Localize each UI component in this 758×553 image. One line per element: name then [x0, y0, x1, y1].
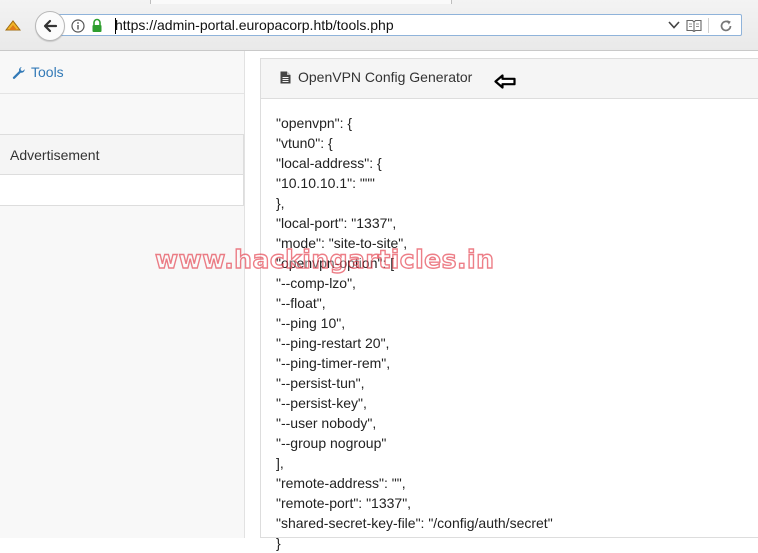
- config-line: "--persist-key",: [276, 395, 367, 411]
- config-line: "--ping 10",: [276, 315, 346, 331]
- config-line: "--group nogroup": [276, 435, 387, 451]
- config-line: "--persist-tun",: [276, 375, 365, 391]
- config-line: "openvpn": {: [276, 115, 353, 131]
- url-bar-separator: [708, 18, 709, 33]
- panel-title: OpenVPN Config Generator: [298, 69, 473, 85]
- config-line: "--float",: [276, 295, 326, 311]
- advertisement-panel: Advertisement: [0, 134, 244, 206]
- info-icon[interactable]: [71, 19, 85, 33]
- config-line: "10.10.10.1": """: [276, 175, 375, 191]
- config-line: "remote-port": "1337",: [276, 495, 412, 511]
- cursor-pointer-icon: [494, 74, 516, 89]
- sidebar-item-tools[interactable]: Tools: [0, 51, 244, 94]
- browser-toolbar: https://admin-portal.europacorp.htb/tool…: [0, 0, 758, 51]
- app-menu-icon[interactable]: [4, 18, 22, 34]
- back-arrow-icon: [43, 19, 58, 33]
- config-line: "--comp-lzo",: [276, 275, 356, 291]
- config-line: "--user nobody",: [276, 415, 377, 431]
- config-line: "--ping-restart 20",: [276, 335, 390, 351]
- sidebar-item-label[interactable]: Tools: [31, 64, 64, 80]
- config-line: "mode": "site-to-site",: [276, 235, 408, 251]
- config-generator-panel: OpenVPN Config Generator "openvpn": { "vt…: [260, 58, 758, 551]
- reader-view-icon[interactable]: [686, 19, 702, 32]
- text-caret: [115, 18, 116, 34]
- file-icon: [280, 71, 291, 84]
- page-content: Tools Advertisement OpenVPN Config Gener…: [0, 51, 758, 551]
- config-line: }: [276, 535, 281, 551]
- config-output: "openvpn": { "vtun0": { "local-address": {…: [276, 113, 553, 553]
- back-button[interactable]: [35, 11, 65, 41]
- chevron-down-icon[interactable]: [668, 20, 680, 30]
- config-line: ],: [276, 455, 284, 471]
- panel-heading: OpenVPN Config Generator: [261, 59, 758, 99]
- config-line: "openvpn-option": [: [276, 255, 395, 271]
- lock-icon[interactable]: [91, 18, 103, 33]
- config-line: "vtun0": {: [276, 135, 333, 151]
- config-line: "local-address": {: [276, 155, 382, 171]
- advertisement-heading: Advertisement: [0, 135, 243, 175]
- wrench-icon: [12, 67, 25, 79]
- url-bar[interactable]: https://admin-portal.europacorp.htb/tool…: [52, 14, 742, 36]
- config-line: },: [276, 195, 285, 211]
- sidebar: Tools Advertisement: [0, 51, 245, 538]
- url-text[interactable]: https://admin-portal.europacorp.htb/tool…: [115, 17, 394, 33]
- config-line: "shared-secret-key-file": "/config/auth/…: [276, 515, 553, 531]
- config-line: "remote-address": "",: [276, 475, 406, 491]
- config-line: "--ping-timer-rem",: [276, 355, 391, 371]
- reload-icon[interactable]: [719, 19, 733, 33]
- config-line: "local-port": "1337",: [276, 215, 397, 231]
- browser-tab-edge[interactable]: [150, 0, 452, 4]
